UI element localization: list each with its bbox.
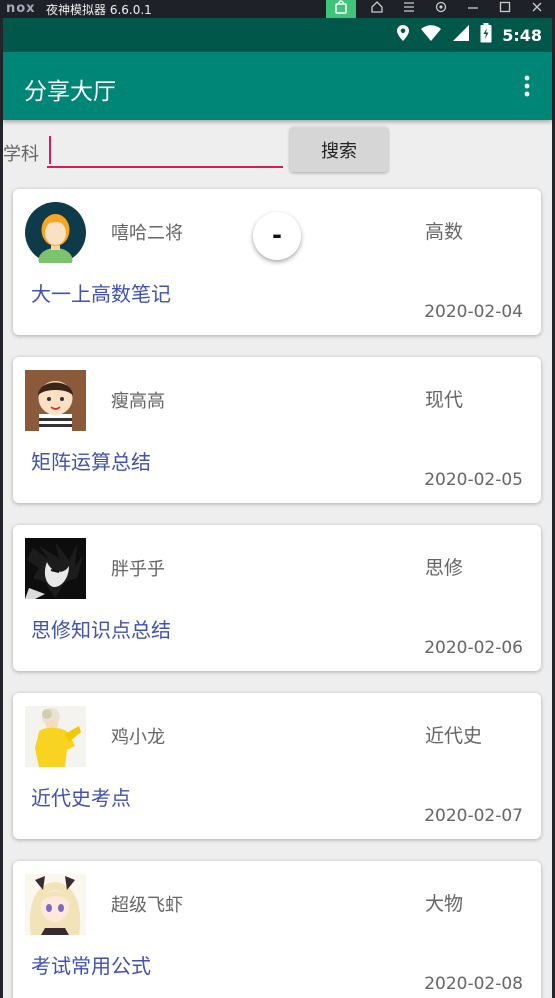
- emulator-maximize-icon[interactable]: [490, 0, 520, 18]
- signal-icon: [452, 24, 470, 46]
- note-title: 近代史考点: [31, 786, 131, 810]
- emulator-logo: nox: [6, 1, 36, 16]
- subject-tag: 近代史: [425, 725, 483, 747]
- cartoon-boy-avatar: [25, 370, 86, 431]
- note-date: 2020-02-08: [424, 974, 523, 994]
- emulator-settings-icon[interactable]: [426, 0, 456, 18]
- note-date: 2020-02-04: [424, 302, 523, 322]
- subject-tag: 思修: [425, 557, 464, 579]
- emulator-close-icon[interactable]: [522, 0, 552, 18]
- emulator-home-icon[interactable]: [362, 0, 392, 18]
- subject-label: 学科: [3, 144, 39, 165]
- author-name: 瘦高高: [111, 391, 165, 412]
- note-title: 大一上高数笔记: [31, 282, 171, 306]
- cartoon-girl-avatar: [25, 202, 86, 263]
- share-card[interactable]: 鸡小龙 近代史 近代史考点 2020-02-07: [13, 693, 541, 839]
- share-card[interactable]: 瘦高高 现代 矩阵运算总结 2020-02-05: [13, 357, 541, 503]
- note-title: 思修知识点总结: [31, 618, 171, 642]
- subject-tag: 现代: [425, 389, 464, 411]
- location-icon: [396, 24, 410, 46]
- share-card[interactable]: 胖乎乎 思修 思修知识点总结 2020-02-06: [13, 525, 541, 671]
- author-name: 超级飞虾: [111, 895, 183, 916]
- note-date: 2020-02-05: [424, 470, 523, 490]
- minus-fab-button[interactable]: -: [253, 212, 301, 260]
- search-row: 学科 搜索: [3, 120, 552, 182]
- battery-charging-icon: [480, 23, 492, 47]
- emulator-title: 夜神模拟器 6.6.0.1: [46, 3, 152, 17]
- author-name: 嘻哈二将: [111, 223, 183, 244]
- subject-input[interactable]: [47, 132, 283, 168]
- content-area: 学科 搜索 - 嘻哈二将 高数 大一上高数笔记 2020-02-04 瘦高高 现…: [3, 120, 552, 998]
- status-time: 5:48: [502, 25, 542, 45]
- text-cursor: [49, 136, 51, 164]
- note-title: 考试常用公式: [31, 954, 151, 978]
- subject-tag: 高数: [425, 221, 464, 243]
- author-name: 鸡小龙: [111, 727, 165, 748]
- dark-anime-avatar: [25, 538, 86, 599]
- wifi-icon: [420, 24, 442, 46]
- status-icons: 5:48: [396, 23, 542, 47]
- author-name: 胖乎乎: [111, 559, 165, 580]
- page-title: 分享大厅: [24, 79, 116, 105]
- share-card[interactable]: 嘻哈二将 高数 大一上高数笔记 2020-02-04: [13, 189, 541, 335]
- subject-tag: 大物: [425, 893, 464, 915]
- emulator-titlebar: nox 夜神模拟器 6.6.0.1: [0, 0, 555, 18]
- emulator-bag-icon[interactable]: [326, 0, 356, 18]
- emulator-menu-icon[interactable]: [394, 0, 424, 18]
- search-button[interactable]: 搜索: [290, 127, 388, 172]
- app-toolbar: 分享大厅: [3, 52, 552, 120]
- share-card[interactable]: 超级飞虾 大物 考试常用公式 2020-02-08: [13, 861, 541, 998]
- note-date: 2020-02-07: [424, 806, 523, 826]
- yellow-figure-avatar: [25, 706, 86, 767]
- overflow-menu-icon[interactable]: [516, 74, 538, 98]
- status-bar: 5:48: [3, 18, 552, 52]
- anime-girl-avatar: [25, 874, 86, 935]
- note-date: 2020-02-06: [424, 638, 523, 658]
- note-title: 矩阵运算总结: [31, 450, 151, 474]
- emulator-minimize-icon[interactable]: [458, 0, 488, 18]
- emulator-window: nox 夜神模拟器 6.6.0.1 5:48 分享大厅 学科 搜索 - 嘻哈二将…: [0, 0, 555, 998]
